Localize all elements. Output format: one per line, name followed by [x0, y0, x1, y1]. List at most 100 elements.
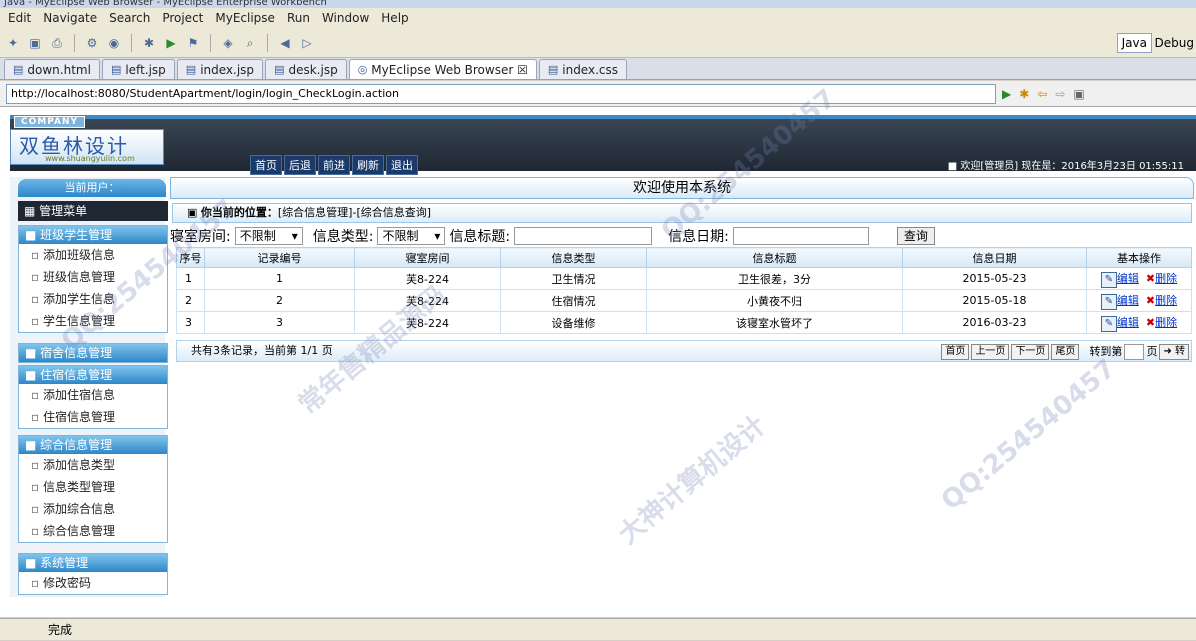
menu-navigate[interactable]: Navigate — [37, 11, 103, 25]
group-header[interactable]: ■ 班级学生管理 — [19, 226, 167, 244]
back-icon[interactable]: ⇦ — [1037, 87, 1047, 101]
cell-no: 1 — [176, 267, 205, 290]
sidebar-item-add-lodging[interactable]: 添加住宿信息 — [19, 384, 167, 406]
company-badge: COMPANY — [14, 116, 85, 128]
save-icon[interactable]: ▣ — [26, 34, 44, 52]
delete-icon[interactable]: ✖ — [1146, 272, 1155, 285]
sidebar-item-info-type-manage[interactable]: 信息类型管理 — [19, 476, 167, 498]
cell-type: 卫生情况 — [500, 267, 647, 290]
first-page-button[interactable]: 首页 — [941, 344, 970, 360]
nav-refresh-button[interactable]: 刷新 — [352, 155, 384, 175]
sidebar-item-student-manage[interactable]: 学生信息管理 — [19, 310, 167, 332]
title-input[interactable] — [514, 227, 653, 245]
search-icon[interactable]: ⌕ — [241, 34, 259, 52]
cell-room: 芙8-224 — [354, 311, 501, 334]
group-header[interactable]: ■ 宿舍信息管理 — [19, 344, 167, 362]
edit-icon[interactable]: ✎ — [1100, 293, 1117, 310]
sidebar-item-class-manage[interactable]: 班级信息管理 — [19, 266, 167, 288]
cell-id: 2 — [204, 289, 355, 312]
col-header: 基本操作 — [1086, 247, 1192, 268]
edit-icon[interactable]: ✎ — [1100, 315, 1117, 332]
menu-search[interactable]: Search — [103, 11, 156, 25]
nav-logout-button[interactable]: 退出 — [386, 155, 418, 175]
open-type-icon[interactable]: ◈ — [219, 34, 237, 52]
menu-myeclipse[interactable]: MyEclipse — [209, 11, 281, 25]
sidebar-item-info-manage[interactable]: 综合信息管理 — [19, 520, 167, 542]
management-menu-title: ▦ 管理菜单 — [18, 201, 168, 221]
url-input[interactable]: http://localhost:8080/StudentApartment/l… — [6, 83, 996, 104]
type-select[interactable]: 不限制 ▾ — [377, 227, 446, 245]
edit-link[interactable]: 编辑 — [1117, 316, 1139, 329]
last-page-button[interactable]: 尾页 — [1051, 344, 1080, 360]
group-title: 班级学生管理 — [40, 228, 113, 242]
menu-window[interactable]: Window — [316, 11, 375, 25]
group-header[interactable]: ■ 系统管理 — [19, 554, 167, 572]
tab-left-jsp[interactable]: ▤ left.jsp — [101, 59, 175, 79]
welcome-banner: 欢迎使用本系统 — [170, 177, 1194, 199]
perspective-debug[interactable]: Debug — [1155, 33, 1194, 53]
deploy-icon[interactable]: ⚙ — [83, 34, 101, 52]
cell-date: 2015-05-23 — [902, 267, 1087, 290]
delete-link[interactable]: 删除 — [1155, 316, 1177, 329]
toolbar-separator — [74, 33, 75, 52]
debug-icon[interactable]: ✱ — [140, 34, 158, 52]
col-header: 信息日期 — [902, 247, 1087, 268]
nav-home-button[interactable]: 首页 — [250, 155, 282, 175]
edit-link[interactable]: 编辑 — [1117, 272, 1139, 285]
cell-id: 3 — [204, 311, 355, 334]
print-icon[interactable]: ⎙ — [48, 34, 66, 52]
run-icon[interactable]: ▶ — [162, 34, 180, 52]
edit-link[interactable]: 编辑 — [1117, 294, 1139, 307]
edit-icon[interactable]: ✎ — [1100, 271, 1117, 288]
tab-index-jsp[interactable]: ▤ index.jsp — [176, 59, 264, 79]
site-logo: 双鱼林设计 www.shuangyulin.com — [10, 129, 164, 165]
forward-icon[interactable]: ⇨ — [1055, 87, 1065, 101]
date-input[interactable] — [732, 227, 869, 245]
stop-icon[interactable]: ▣ — [1073, 87, 1084, 101]
menu-help[interactable]: Help — [375, 11, 414, 25]
delete-link[interactable]: 删除 — [1155, 272, 1177, 285]
editor-tab-bar: ▤ down.html ▤ left.jsp ▤ index.jsp ▤ desk.js… — [0, 58, 1196, 80]
perspective-java[interactable]: Java — [1116, 33, 1152, 53]
query-button[interactable]: 查询 — [896, 227, 935, 245]
menu-run[interactable]: Run — [281, 11, 316, 25]
go-icon[interactable]: ▶ — [1002, 87, 1011, 101]
back-icon[interactable]: ◀ — [276, 34, 294, 52]
sidebar-item-add-info[interactable]: 添加综合信息 — [19, 498, 167, 520]
next-page-button[interactable]: 下一页 — [1011, 344, 1050, 360]
sidebar-item-add-student[interactable]: 添加学生信息 — [19, 288, 167, 310]
cell-title: 小黄夜不归 — [646, 289, 903, 312]
new-icon[interactable]: ✦ — [4, 34, 22, 52]
menu-bar: Edit Navigate Search Project MyEclipse R… — [0, 8, 1196, 28]
current-user-bar: 当前用户： — [18, 179, 166, 197]
delete-icon[interactable]: ✖ — [1146, 316, 1155, 329]
sidebar-item-add-info-type[interactable]: 添加信息类型 — [19, 454, 167, 476]
nav-back-button[interactable]: 后退 — [284, 155, 316, 175]
tab-down-html[interactable]: ▤ down.html — [4, 59, 100, 79]
forward-icon[interactable]: ▷ — [298, 34, 316, 52]
table-row: 1 1 芙8-224 卫生情况 卫生很差，3分 2015-05-23 ✎ 编辑 ✖… — [176, 267, 1192, 290]
external-tools-icon[interactable]: ⚑ — [184, 34, 202, 52]
menu-edit[interactable]: Edit — [2, 11, 37, 25]
file-icon: ▤ — [110, 62, 122, 76]
goto-button[interactable]: ➜ 转 — [1159, 344, 1189, 360]
sidebar-item-add-class[interactable]: 添加班级信息 — [19, 244, 167, 266]
delete-icon[interactable]: ✖ — [1146, 294, 1155, 307]
sidebar-item-change-password[interactable]: 修改密码 — [19, 572, 167, 594]
tab-web-browser[interactable]: ◎ MyEclipse Web Browser ☒ — [348, 59, 537, 79]
toolbar-separator — [267, 33, 268, 52]
sidebar-item-lodging-manage[interactable]: 住宿信息管理 — [19, 406, 167, 428]
server-icon[interactable]: ◉ — [105, 34, 123, 52]
group-header[interactable]: ■ 住宿信息管理 — [19, 366, 167, 384]
goto-page-input[interactable] — [1124, 344, 1145, 360]
delete-link[interactable]: 删除 — [1155, 294, 1177, 307]
room-select[interactable]: 不限制 ▾ — [234, 227, 303, 245]
menu-project[interactable]: Project — [156, 11, 209, 25]
tab-desk-jsp[interactable]: ▤ desk.jsp — [265, 59, 347, 79]
nav-forward-button[interactable]: 前进 — [318, 155, 350, 175]
refresh-icon[interactable]: ✱ — [1019, 87, 1029, 101]
prev-page-button[interactable]: 上一页 — [971, 344, 1010, 360]
cell-no: 2 — [176, 289, 205, 312]
group-header[interactable]: ■ 综合信息管理 — [19, 436, 167, 454]
tab-index-css[interactable]: ▤ index.css — [538, 59, 627, 79]
